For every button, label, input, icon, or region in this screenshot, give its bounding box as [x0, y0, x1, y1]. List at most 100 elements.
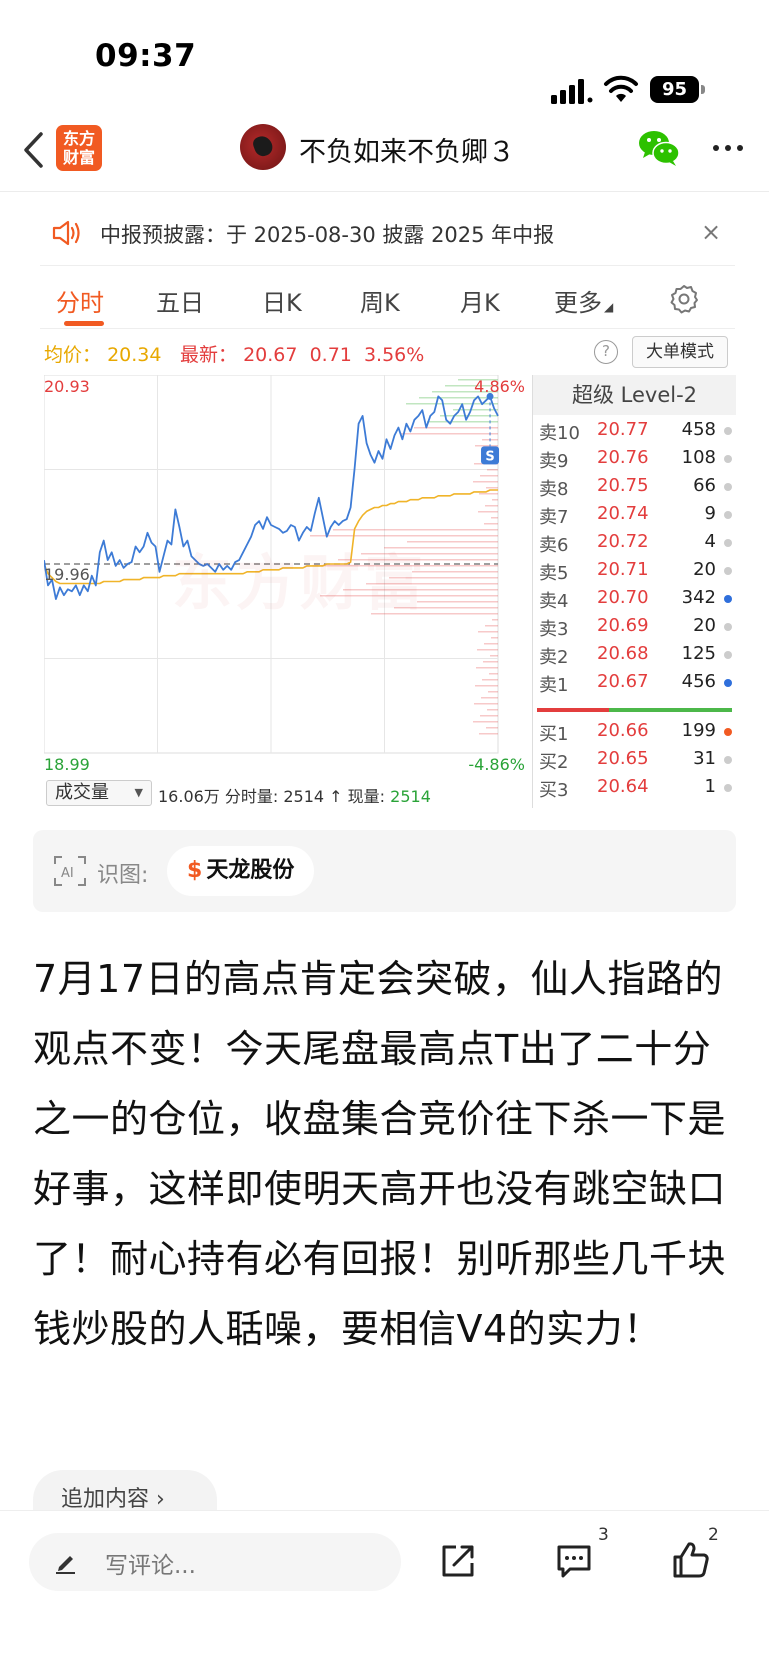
- depth-bar: [491, 637, 498, 639]
- bid-ask-ratio-bar: [537, 708, 732, 712]
- tab-daily-k[interactable]: 日K: [262, 283, 302, 318]
- bid-row[interactable]: 买2 20.65 31: [533, 745, 736, 773]
- thumbs-up-icon[interactable]: [670, 1539, 712, 1581]
- intraday-chart[interactable]: S 东方财富 20.93 19.96 18.99 4.86% -4.86% 成交…: [44, 375, 531, 808]
- y-label-low: 18.99: [44, 755, 90, 774]
- y-label-mid: 19.96: [44, 565, 90, 584]
- ask-vol: 125: [681, 643, 716, 664]
- close-icon[interactable]: ×: [695, 214, 727, 250]
- ai-scan-icon: AI: [54, 856, 86, 886]
- order-marker-icon: [724, 511, 732, 519]
- indicator-select[interactable]: 成交量 ▼: [46, 780, 152, 806]
- ask-row[interactable]: 卖5 20.71 20: [533, 556, 736, 584]
- bid-row[interactable]: 买1 20.66 199: [533, 717, 736, 745]
- stock-tag[interactable]: $ 天龙股份: [167, 846, 315, 896]
- tab-five-day[interactable]: 五日: [156, 283, 204, 318]
- tab-monthly-k[interactable]: 月K: [460, 283, 500, 318]
- wifi-icon: [604, 75, 638, 102]
- sell-marker-label: S: [485, 449, 494, 464]
- speaker-icon: [52, 220, 80, 246]
- bid-vol: 1: [704, 776, 716, 797]
- avg-price: 均价： 20.34: [44, 340, 161, 367]
- ask-vol: 9: [704, 503, 716, 524]
- ask-vol: 342: [681, 587, 716, 608]
- ask-price: 20.68: [597, 643, 649, 664]
- app-logo[interactable]: 东方 财富: [56, 125, 102, 171]
- volume-summary: 16.06万 分时量: 2514 ↑ 现量:: [158, 787, 391, 806]
- comment-count: 3: [598, 1525, 609, 1545]
- order-marker-icon: [724, 427, 732, 435]
- depth-bar: [478, 631, 498, 633]
- depth-bar: [488, 691, 498, 693]
- post-body: 7月17日的高点肯定会突破，仙人指路的观点不变！今天尾盘最高点T出了二十分之一的…: [33, 957, 727, 1351]
- chevron-right-icon: ›: [156, 1487, 165, 1512]
- order-marker-icon: [724, 567, 732, 575]
- order-marker-icon: [724, 623, 732, 631]
- depth-bar: [475, 685, 498, 687]
- order-marker-icon: [724, 651, 732, 659]
- ask-label: 卖10: [539, 423, 580, 444]
- ask-label: 卖6: [539, 535, 569, 556]
- comment-icon[interactable]: [554, 1541, 594, 1581]
- ask-row[interactable]: 卖1 20.67 456: [533, 668, 736, 696]
- ask-vol: 4: [704, 531, 716, 552]
- status-time: 09:37: [95, 38, 197, 74]
- logo-line-1: 东方: [62, 129, 95, 148]
- ask-label: 卖2: [539, 647, 569, 668]
- ask-vol: 66: [693, 475, 716, 496]
- ask-vol: 456: [681, 671, 716, 692]
- big-order-mode-button[interactable]: 大单模式: [632, 336, 728, 368]
- avg-price-value: 20.34: [107, 344, 162, 366]
- bid-row[interactable]: 买3 20.64 1: [533, 773, 736, 801]
- stock-name: 天龙股份: [206, 858, 295, 883]
- ask-row[interactable]: 卖6 20.72 4: [533, 528, 736, 556]
- depth-bar: [486, 727, 498, 729]
- comment-input[interactable]: 写评论...: [29, 1533, 401, 1591]
- depth-bar: [479, 493, 498, 495]
- ask-row[interactable]: 卖10 20.77 458: [533, 416, 736, 444]
- bid-label: 买1: [539, 724, 569, 745]
- help-icon[interactable]: ?: [594, 340, 618, 364]
- cellular-signal-icon: [551, 79, 593, 104]
- order-book[interactable]: 超级 Level-2 卖10 20.77 458 卖9 20.76 108 卖8 20.75 6…: [532, 375, 736, 808]
- gear-icon[interactable]: [668, 283, 700, 315]
- author-name[interactable]: 不负如来不负卿３: [299, 130, 515, 169]
- wechat-icon[interactable]: [637, 128, 681, 168]
- tab-more[interactable]: 更多 ◢: [554, 283, 613, 318]
- more-icon[interactable]: [710, 136, 746, 160]
- ask-label: 卖8: [539, 479, 569, 500]
- depth-bar: [401, 433, 498, 435]
- battery-icon: 95: [650, 76, 706, 103]
- order-marker-icon: [724, 679, 732, 687]
- tab-active-indicator: [64, 321, 104, 326]
- ask-label: 卖3: [539, 619, 569, 640]
- pencil-icon: [56, 1556, 75, 1574]
- volume-bar: 成交量 ▼ 16.06万 分时量: 2514 ↑ 现量: 2514: [44, 780, 531, 806]
- ask-label: 卖5: [539, 563, 569, 584]
- ask-row[interactable]: 卖3 20.69 20: [533, 612, 736, 640]
- ask-row[interactable]: 卖7 20.74 9: [533, 500, 736, 528]
- ask-vol: 20: [693, 559, 716, 580]
- back-arrow-icon[interactable]: [14, 128, 54, 172]
- depth-bar: [491, 517, 498, 519]
- depth-bar: [484, 643, 498, 645]
- tab-intraday[interactable]: 分时: [56, 283, 104, 318]
- ask-row[interactable]: 卖4 20.70 342: [533, 584, 736, 612]
- ask-row[interactable]: 卖8 20.75 66: [533, 472, 736, 500]
- ask-price: 20.67: [597, 671, 649, 692]
- ask-row[interactable]: 卖9 20.76 108: [533, 444, 736, 472]
- depth-bar: [482, 679, 498, 681]
- ask-row[interactable]: 卖2 20.68 125: [533, 640, 736, 668]
- ask-label: 卖4: [539, 591, 569, 612]
- earnings-notice[interactable]: 中报预披露：于 2025-08-30 披露 2025 年中报 ×: [40, 210, 735, 260]
- depth-bar: [475, 445, 498, 447]
- author-avatar[interactable]: [240, 124, 286, 170]
- tab-weekly-k[interactable]: 周K: [360, 283, 400, 318]
- price-info-row: 均价： 20.34 最新： 20.67 0.71 3.56% ? 大单模式: [40, 336, 735, 368]
- caret-icon: ◢: [604, 300, 614, 314]
- bid-vol: 199: [681, 720, 716, 741]
- share-icon[interactable]: [438, 1541, 478, 1581]
- ask-price: 20.72: [597, 531, 649, 552]
- bid-price: 20.66: [597, 720, 649, 741]
- ask-vol: 108: [681, 447, 716, 468]
